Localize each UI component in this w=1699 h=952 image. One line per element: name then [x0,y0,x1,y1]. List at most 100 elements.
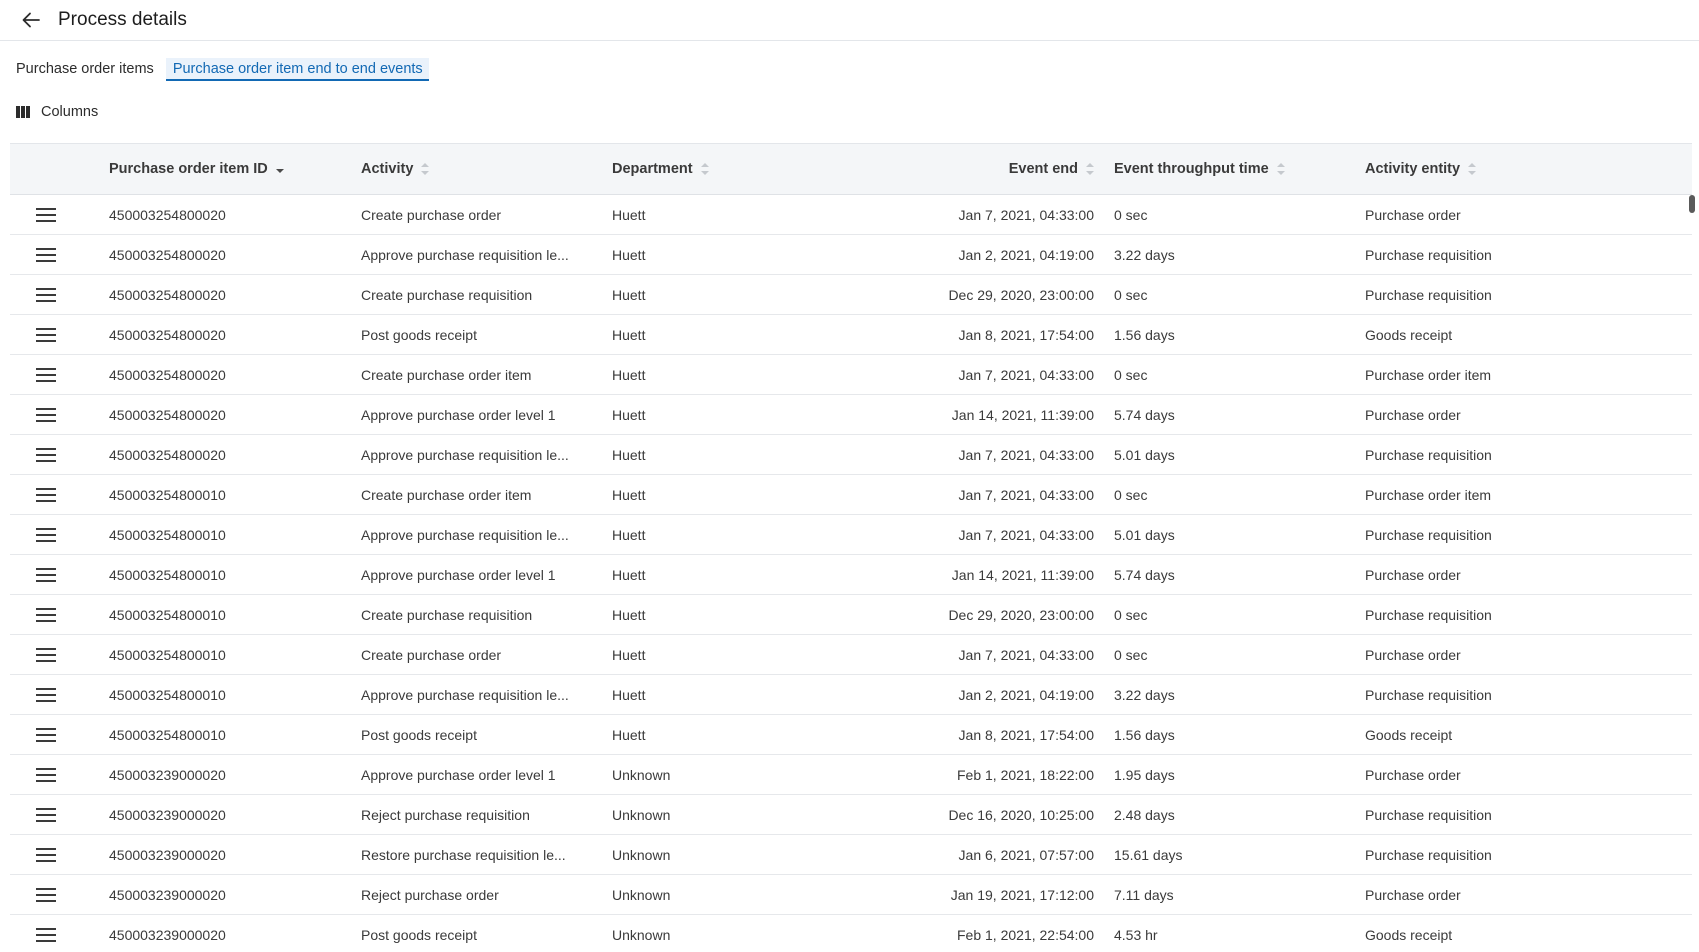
row-menu-icon[interactable] [34,725,58,745]
cell-purchase-order-item-id: 450003254800010 [109,606,226,623]
table-row[interactable]: 450003239000020 Post goods receipt Unknown… [10,915,1692,952]
cell-activity-entity: Purchase requisition [1365,446,1492,463]
cell-event-end: Jan 7, 2021, 04:33:00 [958,446,1094,463]
cell-event-throughput-time: 0 sec [1114,286,1148,303]
cell-activity: Approve purchase requisition le... [361,526,569,543]
cell-department: Unknown [612,806,671,823]
cell-event-throughput-time: 0 sec [1114,646,1148,663]
cell-activity: Reject purchase requisition [361,806,530,823]
column-header-label: Activity entity [1365,161,1461,177]
cell-activity: Approve purchase requisition le... [361,446,569,463]
row-menu-icon[interactable] [34,645,58,665]
table-row[interactable]: 450003254800010 Approve purchase order le… [10,555,1692,595]
arrow-left-icon [22,12,40,28]
table-row[interactable]: 450003254800010 Create purchase order Huet… [10,635,1692,675]
table-row[interactable]: 450003254800010 Create purchase order ite… [10,475,1692,515]
cell-activity-entity: Goods receipt [1365,326,1453,343]
cell-department: Huett [612,526,646,543]
cell-event-throughput-time: 0 sec [1114,606,1148,623]
table-row[interactable]: 450003254800010 Approve purchase requisit… [10,675,1692,715]
cell-event-throughput-time: 4.53 hr [1114,926,1158,943]
column-header-department[interactable]: Department [612,161,709,177]
cell-purchase-order-item-id: 450003254800010 [109,646,226,663]
row-menu-icon[interactable] [34,445,58,465]
cell-purchase-order-item-id: 450003239000020 [109,926,226,943]
columns-button[interactable]: Columns [0,104,120,120]
table-row[interactable]: 450003239000020 Reject purchase requisiti… [10,795,1692,835]
vertical-scrollbar[interactable] [1689,195,1695,213]
cell-activity-entity: Purchase order item [1365,366,1492,383]
table-row[interactable]: 450003254800020 Approve purchase order le… [10,395,1692,435]
row-menu-icon[interactable] [34,605,58,625]
row-menu-icon[interactable] [34,765,58,785]
table-row[interactable]: 450003254800020 Create purchase order ite… [10,355,1692,395]
row-menu-icon[interactable] [34,485,58,505]
column-header-label: Purchase order item ID [109,161,268,177]
cell-activity-entity: Purchase requisition [1365,246,1492,263]
cell-event-throughput-time: 1.95 days [1114,766,1175,783]
cell-activity: Approve purchase order level 1 [361,766,556,783]
row-menu-icon[interactable] [34,405,58,425]
sort-icon [1468,163,1477,175]
back-button[interactable] [18,7,44,33]
row-menu-icon[interactable] [34,565,58,585]
row-menu-icon[interactable] [34,245,58,265]
column-header-label: Activity [361,161,414,177]
table-row[interactable]: 450003254800020 Post goods receipt Huett Ja… [10,315,1692,355]
cell-event-throughput-time: 15.61 days [1114,846,1183,863]
cell-event-throughput-time: 5.74 days [1114,566,1175,583]
column-header-activity-entity[interactable]: Activity entity [1365,161,1477,177]
cell-department: Huett [612,606,646,623]
cell-activity: Approve purchase order level 1 [361,406,556,423]
cell-purchase-order-item-id: 450003254800010 [109,686,226,703]
cell-purchase-order-item-id: 450003239000020 [109,846,226,863]
cell-purchase-order-item-id: 450003239000020 [109,886,226,903]
table-body: 450003254800020 Create purchase order Huet… [10,195,1699,952]
column-header-event-end[interactable]: Event end [810,161,1094,177]
table-row[interactable]: 450003254800020 Create purchase requisiti… [10,275,1692,315]
cell-activity: Create purchase requisition [361,606,533,623]
column-header-activity[interactable]: Activity [361,161,430,177]
row-menu-icon[interactable] [34,525,58,545]
row-menu-icon[interactable] [34,205,58,225]
table-row[interactable]: 450003254800020 Create purchase order Huet… [10,195,1692,235]
cell-event-throughput-time: 2.48 days [1114,806,1175,823]
cell-activity-entity: Purchase order [1365,886,1461,903]
table-row[interactable]: 450003239000020 Restore purchase requisit… [10,835,1692,875]
table-row[interactable]: 450003254800010 Approve purchase requisit… [10,515,1692,555]
table-row[interactable]: 450003254800020 Approve purchase requisit… [10,235,1692,275]
cell-activity: Create purchase order item [361,366,532,383]
table-row[interactable]: 450003254800020 Approve purchase requisit… [10,435,1692,475]
table-row[interactable]: 450003254800010 Create purchase requisiti… [10,595,1692,635]
table-row[interactable]: 450003239000020 Approve purchase order le… [10,755,1692,795]
table-row[interactable]: 450003254800010 Post goods receipt Huett Ja… [10,715,1692,755]
cell-purchase-order-item-id: 450003254800010 [109,566,226,583]
row-menu-icon[interactable] [34,685,58,705]
cell-event-throughput-time: 1.56 days [1114,726,1175,743]
cell-activity-entity: Purchase requisition [1365,606,1492,623]
columns-label: Columns [41,104,99,120]
row-menu-icon[interactable] [34,885,58,905]
cell-event-throughput-time: 0 sec [1114,366,1148,383]
row-menu-icon[interactable] [34,805,58,825]
row-menu-icon[interactable] [34,365,58,385]
table-row[interactable]: 450003239000020 Reject purchase order Unkn… [10,875,1692,915]
cell-event-end: Jan 7, 2021, 04:33:00 [958,526,1094,543]
column-header-event-throughput-time[interactable]: Event throughput time [1114,161,1285,177]
column-header-purchase-order-item-id[interactable]: Purchase order item ID [109,161,284,177]
cell-event-end: Jan 19, 2021, 17:12:00 [950,886,1094,903]
cell-activity-entity: Purchase requisition [1365,686,1492,703]
tab-purchase-order-item-end-to-end-events[interactable]: Purchase order item end to end events [165,58,429,81]
cell-activity: Create purchase order [361,646,502,663]
row-menu-icon[interactable] [34,845,58,865]
cell-department: Huett [612,246,646,263]
row-menu-icon[interactable] [34,285,58,305]
cell-activity: Approve purchase order level 1 [361,566,556,583]
cell-activity: Post goods receipt [361,926,477,943]
cell-event-throughput-time: 5.01 days [1114,446,1175,463]
cell-purchase-order-item-id: 450003254800020 [109,446,226,463]
tab-purchase-order-items[interactable]: Purchase order items [16,58,160,81]
sort-icon [1276,163,1285,175]
row-menu-icon[interactable] [34,925,58,945]
row-menu-icon[interactable] [34,325,58,345]
